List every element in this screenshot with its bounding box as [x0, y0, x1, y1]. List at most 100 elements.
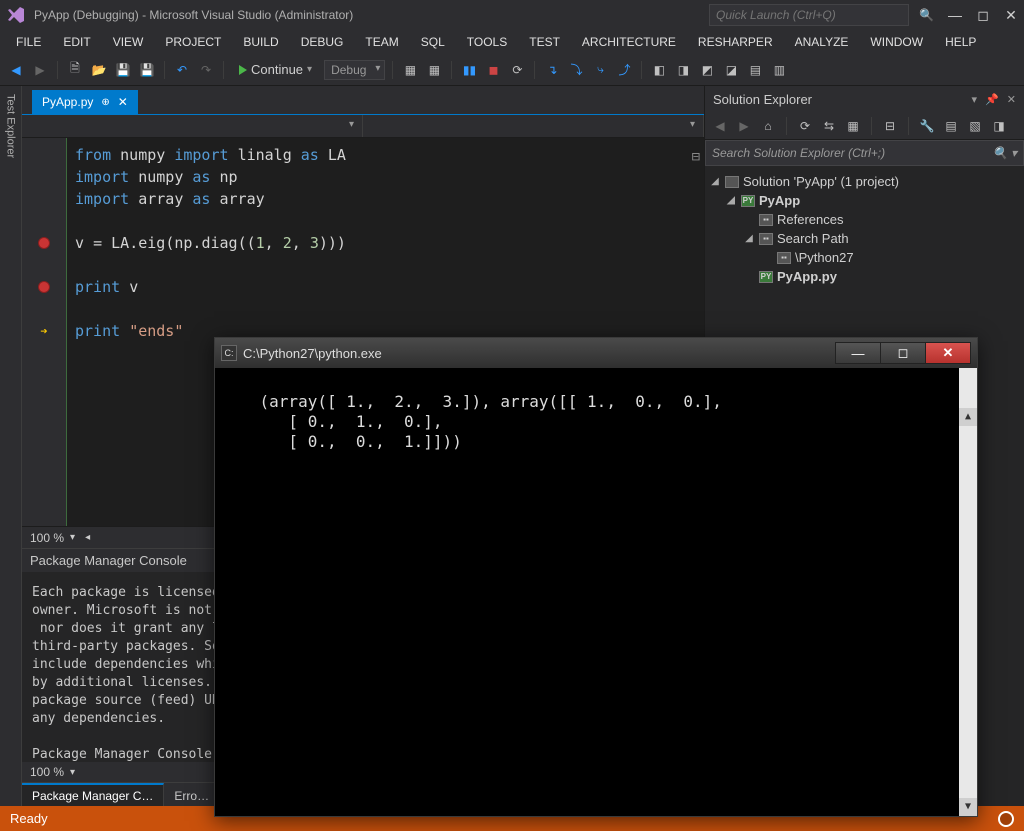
- step-out-icon[interactable]: ⤴: [614, 60, 634, 80]
- new-project-icon[interactable]: 🗎: [65, 60, 85, 80]
- tool-icon[interactable]: ◪: [721, 60, 741, 80]
- nav-fwd-icon[interactable]: ▶: [30, 60, 50, 80]
- member-dropdown[interactable]: [363, 115, 704, 137]
- search-icon[interactable]: 🔍: [919, 8, 934, 22]
- current-line-icon: ➔: [40, 320, 47, 342]
- menu-debug[interactable]: DEBUG: [291, 32, 354, 52]
- solution-search-input[interactable]: Search Solution Explorer (Ctrl+;) 🔍 ▾: [705, 140, 1024, 166]
- main-toolbar: ◀ ▶ 🗎 📂 💾 💾 ↶ ↷ Continue ▾ Debug ▦ ▦ ▮▮ …: [0, 54, 1024, 86]
- python-console-window[interactable]: C: C:\Python27\python.exe — ◻ ✕ (array([…: [214, 337, 978, 817]
- nav-back-icon[interactable]: ◀: [6, 60, 26, 80]
- breakpoint-icon[interactable]: [38, 281, 50, 293]
- restart-icon[interactable]: ⟳: [507, 60, 527, 80]
- step-into-icon[interactable]: ⤵: [566, 60, 586, 80]
- scroll-left-icon[interactable]: ◂: [85, 532, 90, 543]
- sync-icon[interactable]: ⇆: [820, 117, 838, 135]
- menu-project[interactable]: PROJECT: [155, 32, 231, 52]
- console-maximize-button[interactable]: ◻: [880, 342, 926, 364]
- redo-icon[interactable]: ↷: [196, 60, 216, 80]
- tool-icon[interactable]: ◩: [697, 60, 717, 80]
- tab-pyapp[interactable]: PyApp.py ⊕ ✕: [32, 90, 138, 114]
- close-icon[interactable]: ✕: [1007, 93, 1016, 106]
- zoom-level[interactable]: 100 %: [30, 531, 64, 545]
- maximize-icon[interactable]: ◻: [976, 8, 990, 22]
- collapse-icon[interactable]: ⊟: [692, 146, 700, 168]
- editor-tabs: PyApp.py ⊕ ✕: [22, 86, 704, 114]
- fwd-icon[interactable]: ▶: [735, 117, 753, 135]
- scroll-down-icon[interactable]: ▼: [959, 798, 977, 816]
- tree-project[interactable]: ◢ PY PyApp: [709, 191, 1020, 210]
- open-icon[interactable]: 📂: [89, 60, 109, 80]
- pause-icon[interactable]: ▮▮: [459, 60, 479, 80]
- step-over-icon[interactable]: ⤷: [590, 60, 610, 80]
- vs-logo-icon: [6, 5, 26, 25]
- tool-icon[interactable]: ◨: [673, 60, 693, 80]
- tree-references[interactable]: ▪▪ References: [709, 210, 1020, 229]
- menu-resharper[interactable]: RESHARPER: [688, 32, 783, 52]
- undo-icon[interactable]: ↶: [172, 60, 192, 80]
- bottom-tab[interactable]: Erro…: [164, 783, 220, 806]
- tree-python27[interactable]: ▪▪ \Python27: [709, 248, 1020, 267]
- console-title-bar[interactable]: C: C:\Python27\python.exe — ◻ ✕: [215, 338, 977, 368]
- bottom-tab[interactable]: Package Manager C…: [22, 783, 164, 806]
- tool-icon[interactable]: ▦: [844, 117, 862, 135]
- console-minimize-button[interactable]: —: [835, 342, 881, 364]
- quick-launch-input[interactable]: [709, 4, 909, 26]
- scope-dropdown[interactable]: [22, 115, 363, 137]
- refresh-icon[interactable]: ⟳: [796, 117, 814, 135]
- menu-build[interactable]: BUILD: [233, 32, 288, 52]
- window-title: PyApp (Debugging) - Microsoft Visual Stu…: [34, 8, 353, 22]
- test-explorer-tab[interactable]: Test Explorer: [0, 86, 22, 806]
- tool-icon[interactable]: ▥: [769, 60, 789, 80]
- menu-file[interactable]: FILE: [6, 32, 51, 52]
- tool-icon[interactable]: ▤: [745, 60, 765, 80]
- console-output[interactable]: (array([ 1., 2., 3.]), array([[ 1., 0., …: [215, 368, 977, 816]
- close-icon[interactable]: ✕: [1004, 8, 1018, 22]
- scroll-up-icon[interactable]: ▲: [959, 408, 977, 426]
- continue-button[interactable]: Continue ▾: [231, 60, 320, 79]
- chevron-down-icon[interactable]: ▾: [70, 767, 75, 778]
- solution-tree[interactable]: ◢ Solution 'PyApp' (1 project) ◢ PY PyAp…: [705, 166, 1024, 292]
- pmc-zoom-level[interactable]: 100 %: [30, 765, 64, 779]
- save-all-icon[interactable]: 💾: [137, 60, 157, 80]
- tree-solution[interactable]: ◢ Solution 'PyApp' (1 project): [709, 172, 1020, 191]
- home-icon[interactable]: ⌂: [759, 117, 777, 135]
- chevron-down-icon[interactable]: ▾: [70, 532, 75, 543]
- menu-analyze[interactable]: ANALYZE: [785, 32, 859, 52]
- tool-icon[interactable]: ▦: [400, 60, 420, 80]
- properties-icon[interactable]: 🔧: [918, 117, 936, 135]
- breakpoint-icon[interactable]: [38, 237, 50, 249]
- console-close-button[interactable]: ✕: [925, 342, 971, 364]
- tree-file-pyapp[interactable]: PY PyApp.py: [709, 267, 1020, 286]
- console-scrollbar[interactable]: ▲ ▼: [959, 368, 977, 816]
- config-dropdown[interactable]: Debug: [324, 60, 385, 80]
- pin-icon[interactable]: ⊕: [101, 97, 109, 108]
- chevron-down-icon[interactable]: ▾: [972, 93, 978, 106]
- pin-icon[interactable]: 📌: [985, 93, 999, 106]
- menu-team[interactable]: TEAM: [355, 32, 408, 52]
- menu-architecture[interactable]: ARCHITECTURE: [572, 32, 686, 52]
- save-icon[interactable]: 💾: [113, 60, 133, 80]
- menu-edit[interactable]: EDIT: [53, 32, 100, 52]
- minimize-icon[interactable]: —: [948, 8, 962, 22]
- stop-icon[interactable]: ◼: [483, 60, 503, 80]
- tab-label: PyApp.py: [42, 95, 93, 109]
- show-all-icon[interactable]: ▤: [942, 117, 960, 135]
- menu-help[interactable]: HELP: [935, 32, 986, 52]
- tool-icon[interactable]: ▦: [424, 60, 444, 80]
- menu-sql[interactable]: SQL: [411, 32, 455, 52]
- step-icon[interactable]: ↴: [542, 60, 562, 80]
- solution-toolbar: ◀ ▶ ⌂ ⟳ ⇆ ▦ ⊟ 🔧 ▤ ▧ ◨: [705, 112, 1024, 140]
- close-tab-icon[interactable]: ✕: [118, 95, 128, 109]
- menu-test[interactable]: TEST: [519, 32, 570, 52]
- view-icon[interactable]: ▧: [966, 117, 984, 135]
- tool-icon[interactable]: ◨: [990, 117, 1008, 135]
- folder-icon: ▪▪: [759, 233, 773, 245]
- menu-view[interactable]: VIEW: [103, 32, 154, 52]
- back-icon[interactable]: ◀: [711, 117, 729, 135]
- menu-tools[interactable]: TOOLS: [457, 32, 517, 52]
- tree-search-path[interactable]: ◢ ▪▪ Search Path: [709, 229, 1020, 248]
- tool-icon[interactable]: ◧: [649, 60, 669, 80]
- menu-window[interactable]: WINDOW: [860, 32, 933, 52]
- collapse-icon[interactable]: ⊟: [881, 117, 899, 135]
